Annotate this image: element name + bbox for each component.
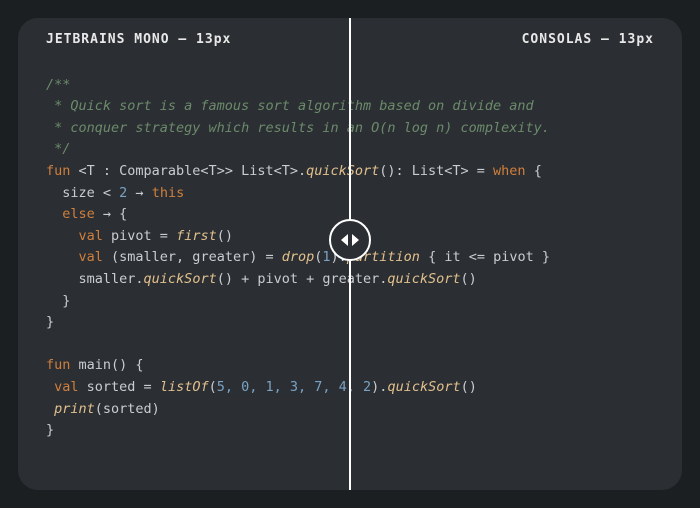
code-line: print(sorted) xyxy=(46,401,160,417)
code-line: } xyxy=(46,314,54,330)
code-line: else → { xyxy=(46,206,127,222)
doc-line: /** xyxy=(46,77,70,93)
code-line: fun <T : Comparable<T>> List<T>.quickSor… xyxy=(46,163,542,179)
code-line: size < 2 → this xyxy=(46,185,184,201)
code-line: val pivot = first() xyxy=(46,228,233,244)
code-line: smaller.quickSort() + pivot + greater.qu… xyxy=(46,271,477,287)
code-line: val sorted = listOf(5, 0, 1, 3, 7, 4, 2)… xyxy=(46,379,477,395)
chevron-right-icon xyxy=(352,234,359,246)
left-font-label: JETBRAINS MONO – 13px xyxy=(46,32,231,47)
doc-line: */ xyxy=(46,141,70,157)
right-font-label: CONSOLAS – 13px xyxy=(522,32,654,47)
font-compare-panel: JETBRAINS MONO – 13px CONSOLAS – 13px /*… xyxy=(18,18,682,490)
code-line: fun main() { xyxy=(46,357,144,373)
doc-line: * conquer strategy which results in an O… xyxy=(46,120,550,136)
compare-handle[interactable] xyxy=(329,219,371,261)
code-line: val (smaller, greater) = drop(1).partiti… xyxy=(46,249,550,265)
chevron-left-icon xyxy=(341,234,348,246)
code-line: } xyxy=(46,293,70,309)
doc-line: * Quick sort is a famous sort algorithm … xyxy=(46,98,534,114)
code-line: } xyxy=(46,422,54,438)
